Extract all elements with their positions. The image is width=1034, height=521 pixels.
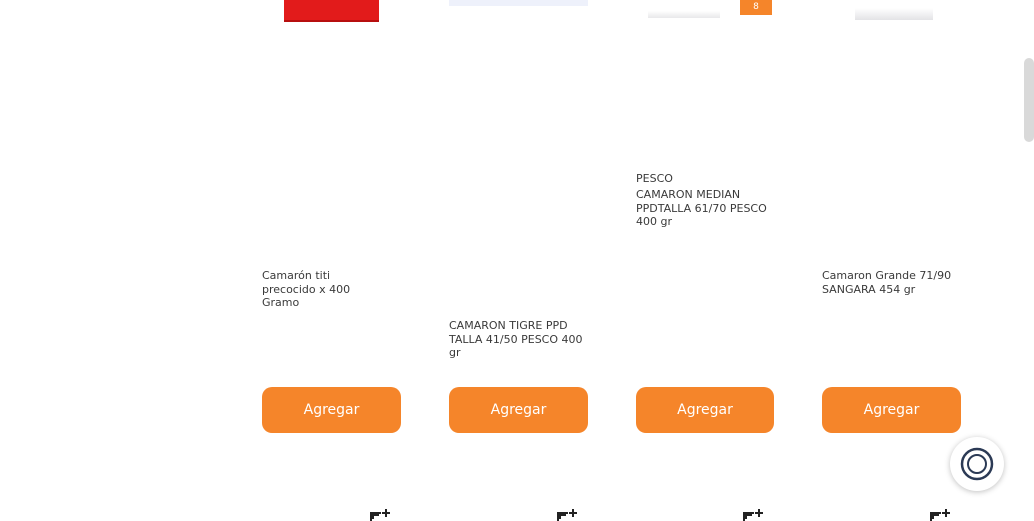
product-image[interactable]: [648, 0, 720, 18]
heart-plus-icon[interactable]: [556, 509, 578, 521]
add-to-cart-button[interactable]: Agregar: [636, 387, 774, 433]
product-title[interactable]: Camaron Grande 71/90 SANGARA 454 gr: [822, 269, 962, 296]
product-image[interactable]: [855, 0, 933, 20]
add-to-cart-button[interactable]: Agregar: [262, 387, 401, 433]
chat-button[interactable]: [950, 437, 1004, 491]
scrollbar-thumb[interactable]: [1024, 58, 1034, 142]
heart-plus-icon[interactable]: [929, 509, 951, 521]
add-to-cart-button[interactable]: Agregar: [449, 387, 588, 433]
heart-plus-icon[interactable]: [369, 509, 391, 521]
product-badge: 8: [740, 0, 772, 15]
product-title[interactable]: CAMARON MEDIAN PPDTALLA 61/70 PESCO 400 …: [636, 188, 774, 229]
product-title[interactable]: Camarón titi precocido x 400 Gramo: [262, 269, 382, 310]
product-brand: PESCO: [636, 172, 673, 185]
product-title[interactable]: CAMARON TIGRE PPD TALLA 41/50 PESCO 400 …: [449, 319, 589, 360]
chat-icon: [960, 447, 994, 481]
product-image[interactable]: [449, 0, 588, 6]
heart-plus-icon[interactable]: [742, 509, 764, 521]
product-image[interactable]: [284, 0, 379, 22]
add-to-cart-button[interactable]: Agregar: [822, 387, 961, 433]
